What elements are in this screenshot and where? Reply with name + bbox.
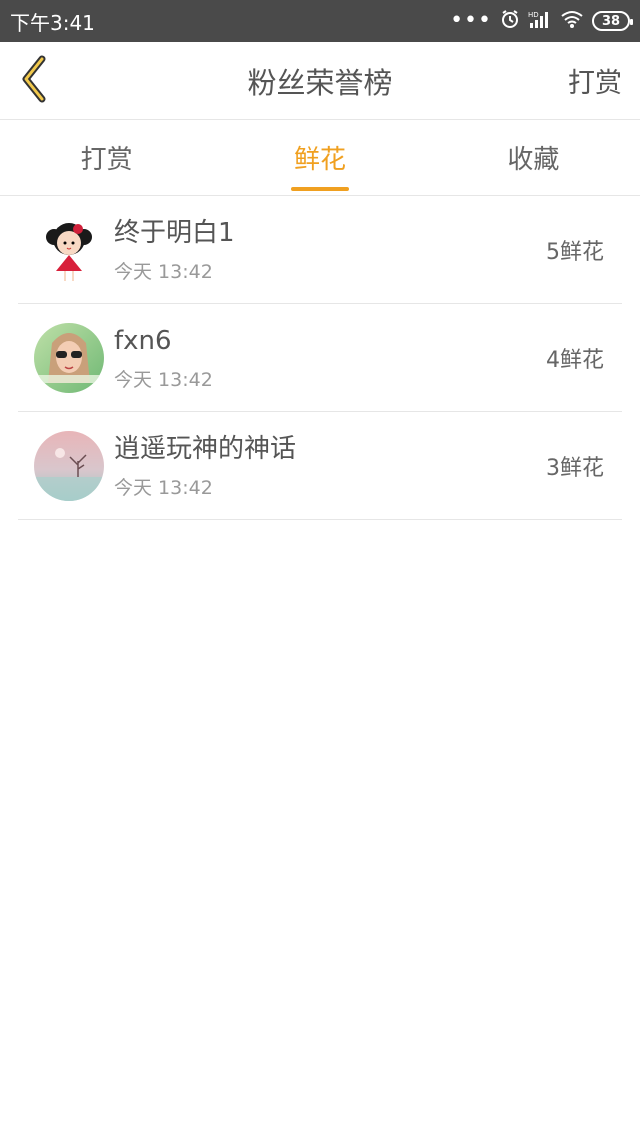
reward-button[interactable]: 打赏 <box>568 61 622 100</box>
timestamp: 今天 13:42 <box>114 261 213 283</box>
flower-count: 3鲜花 <box>546 455 604 481</box>
tab-label: 鲜花 <box>293 145 346 175</box>
avatar <box>34 322 104 393</box>
tab-favorites[interactable]: 收藏 <box>427 120 640 195</box>
app-header: 粉丝荣誉榜 打赏 <box>0 42 640 120</box>
signal-icon: HD <box>528 9 552 34</box>
row-text: 终于明白1 今天 13:42 <box>114 215 546 284</box>
flower-count: 4鲜花 <box>546 347 604 373</box>
user-name: 逍遥玩神的神话 <box>114 434 297 464</box>
tab-reward[interactable]: 打赏 <box>0 120 213 195</box>
avatar <box>34 430 104 501</box>
page-title: 粉丝荣誉榜 <box>247 65 393 100</box>
tab-label: 收藏 <box>507 145 560 175</box>
list-item[interactable]: 终于明白1 今天 13:42 5鲜花 <box>18 196 622 304</box>
tab-label: 打赏 <box>80 145 133 175</box>
avatar <box>34 214 104 285</box>
user-name: fxn6 <box>114 326 172 356</box>
more-dots-icon: ••• <box>450 8 492 33</box>
photo-avatar-icon <box>34 322 104 393</box>
landscape-avatar-icon <box>34 430 104 501</box>
list-item[interactable]: fxn6 今天 13:42 4鲜花 <box>18 304 622 412</box>
wifi-icon <box>560 9 584 34</box>
tab-flowers[interactable]: 鲜花 <box>213 120 426 195</box>
flower-count: 5鲜花 <box>546 239 604 265</box>
list-item[interactable]: 逍遥玩神的神话 今天 13:42 3鲜花 <box>18 412 622 520</box>
back-button[interactable] <box>18 55 68 107</box>
user-name: 终于明白1 <box>114 218 235 248</box>
row-text: 逍遥玩神的神话 今天 13:42 <box>114 431 546 500</box>
battery-icon: 38 <box>592 11 633 31</box>
status-icons: ••• HD 38 <box>450 8 633 34</box>
cartoon-girl-avatar-icon <box>34 214 104 285</box>
status-time: 下午3:41 <box>10 10 95 35</box>
timestamp: 今天 13:42 <box>114 477 213 499</box>
row-text: fxn6 今天 13:42 <box>114 323 546 392</box>
status-bar: 下午3:41 ••• HD 38 <box>0 0 640 42</box>
tab-bar: 打赏 鲜花 收藏 <box>0 120 640 196</box>
svg-text:HD: HD <box>528 11 539 19</box>
chevron-left-icon <box>18 55 50 107</box>
timestamp: 今天 13:42 <box>114 369 213 391</box>
alarm-icon <box>500 9 520 34</box>
fan-list: 终于明白1 今天 13:42 5鲜花 fxn6 今天 13:42 4鲜花 逍遥玩… <box>0 196 640 520</box>
active-tab-indicator <box>290 187 349 191</box>
